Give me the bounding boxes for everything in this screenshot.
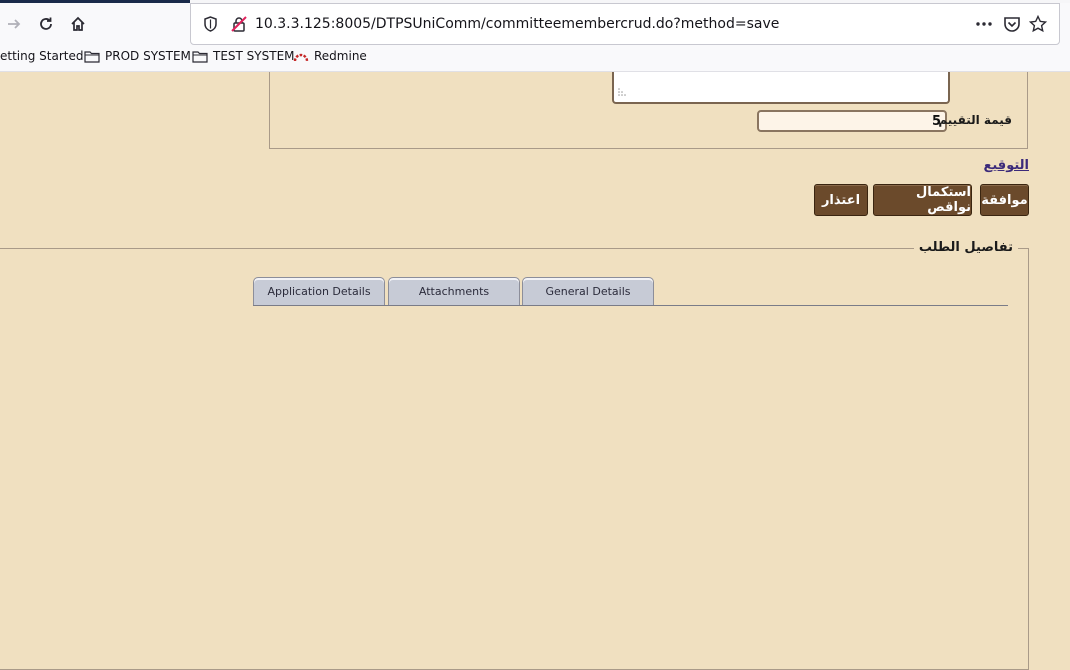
home-icon[interactable] — [66, 12, 90, 36]
browser-toolbar: 10.3.3.125:8005/DTPSUniComm/committeemem… — [0, 3, 1070, 45]
star-bookmark-icon[interactable] — [1028, 14, 1048, 37]
bookmark-redmine[interactable]: Redmine — [293, 49, 367, 63]
pocket-icon[interactable] — [1003, 15, 1021, 37]
bookmarks-toolbar: etting Started PROD SYSTEM TEST SYSTEM R… — [0, 45, 1070, 72]
bookmark-label: TEST SYSTEM — [213, 49, 295, 63]
folder-icon — [192, 50, 208, 63]
notes-textarea[interactable] — [612, 72, 950, 104]
bookmark-prod-system[interactable]: PROD SYSTEM — [84, 49, 191, 63]
forward-icon[interactable] — [2, 12, 26, 36]
page-content: 5 قيمة التقييم التوقيع موافقة استكمال نو… — [0, 72, 1070, 670]
tab-attachments[interactable]: Attachments — [388, 277, 520, 305]
bookmark-getting-started[interactable]: etting Started — [0, 49, 83, 63]
resize-grip-icon[interactable] — [618, 81, 626, 100]
decline-button[interactable]: اعتذار — [814, 184, 868, 216]
request-details-fieldset: تفاصيل الطلب — [0, 240, 1029, 670]
bookmark-label: etting Started — [0, 49, 84, 63]
tab-application-details[interactable]: Application Details — [253, 277, 385, 305]
rating-input[interactable]: 5 — [757, 110, 947, 132]
url-text[interactable]: 10.3.3.125:8005/DTPSUniComm/committeemem… — [255, 16, 779, 32]
tab-general-details[interactable]: General Details — [522, 277, 654, 305]
approve-button[interactable]: موافقة — [980, 184, 1029, 216]
tab-divider — [253, 305, 1008, 306]
folder-icon — [84, 50, 100, 63]
bookmark-label: PROD SYSTEM — [105, 49, 191, 63]
page-actions-icon[interactable] — [975, 15, 993, 37]
bookmark-test-system[interactable]: TEST SYSTEM — [192, 49, 295, 63]
signature-link[interactable]: التوقيع — [984, 158, 1030, 173]
reload-icon[interactable] — [34, 12, 58, 36]
bookmark-label: Redmine — [314, 49, 367, 63]
insecure-lock-icon[interactable] — [231, 16, 247, 36]
rating-label: قيمة التقييم — [938, 113, 1012, 127]
url-bar[interactable]: 10.3.3.125:8005/DTPSUniComm/committeemem… — [190, 3, 1060, 45]
redmine-icon — [293, 53, 309, 62]
complete-missing-button[interactable]: استكمال نواقص — [873, 184, 972, 216]
shield-icon[interactable] — [203, 16, 218, 36]
request-details-legend: تفاصيل الطلب — [913, 240, 1018, 255]
